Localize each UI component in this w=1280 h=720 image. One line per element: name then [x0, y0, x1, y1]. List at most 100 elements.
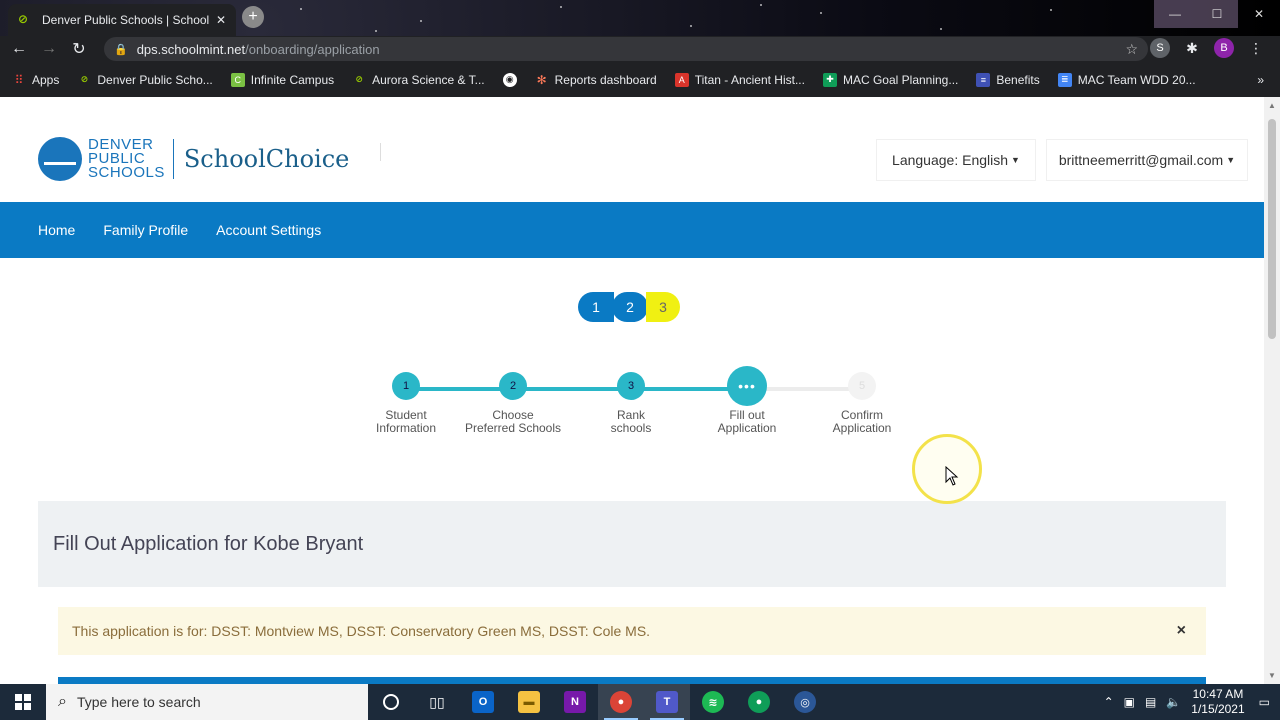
notifications-icon[interactable]: ▭	[1259, 695, 1270, 709]
nav-account-settings[interactable]: Account Settings	[216, 222, 321, 238]
mouse-pointer-icon	[945, 466, 959, 486]
bookmark-denver-public-schools[interactable]: ⊘ Denver Public Scho...	[77, 73, 213, 87]
onenote-icon[interactable]: N	[552, 684, 598, 720]
nav-home[interactable]: Home	[38, 222, 75, 238]
profile-avatar[interactable]: B	[1214, 38, 1234, 58]
user-account-dropdown[interactable]: brittneemerritt@gmail.com ▼	[1046, 139, 1248, 181]
logo-divider	[172, 139, 174, 179]
show-hidden-icons-icon[interactable]: ⌃	[1104, 695, 1114, 709]
bookmark-aurora-science[interactable]: ⊘ Aurora Science & T...	[352, 73, 484, 87]
dps-skyline-icon	[38, 137, 82, 181]
step-marker: 1	[392, 372, 420, 400]
pager-page-2[interactable]: 2	[612, 292, 648, 322]
page-title: Fill Out Application for Kobe Bryant	[53, 532, 364, 555]
step-marker-current: •••	[727, 366, 767, 406]
step-marker: 5	[848, 372, 876, 400]
language-selector[interactable]: Language: English ▼	[876, 139, 1036, 181]
pager-page-3[interactable]: 3	[646, 292, 680, 322]
windows-taskbar: ⌕ Type here to search ▯▯ O ▬ N ● T ≋ ● ◎…	[0, 684, 1280, 720]
application-pager: 1 2 3	[578, 292, 680, 322]
forward-icon[interactable]: →	[34, 40, 64, 58]
bookmark-apps[interactable]: ⠿ Apps	[12, 72, 60, 87]
window-controls: — ☐ ✕	[1154, 0, 1280, 28]
site-header: DENVER PUBLIC SCHOOLS SchoolChoice Langu…	[0, 97, 1264, 202]
lock-icon: 🔒	[114, 43, 128, 56]
browser-toolbar: ← → ↻ 🔒 dps.schoolmint.net /onboarding/a…	[0, 36, 1280, 62]
bookmark-mac-team-wdd[interactable]: ≣ MAC Team WDD 20...	[1057, 72, 1196, 87]
bookmark-reports-dashboard[interactable]: ✻ Reports dashboard	[535, 73, 657, 87]
clock-date: 1/15/2021	[1191, 702, 1245, 716]
bookmark-star-icon[interactable]: ☆	[1125, 41, 1138, 58]
url-host: dps.schoolmint.net	[136, 41, 246, 57]
schoolmint-icon: ⊘	[80, 74, 89, 84]
scroll-down-icon[interactable]: ▼	[1268, 671, 1276, 680]
reload-icon[interactable]: ↻	[64, 39, 94, 59]
bookmark-globe[interactable]: ◉	[502, 72, 517, 87]
alert-text: This application is for: DSST: Montview …	[72, 623, 651, 639]
search-icon: ⌕	[58, 693, 67, 710]
address-bar[interactable]: 🔒 dps.schoolmint.net /onboarding/applica…	[104, 37, 1148, 61]
tab-close-icon[interactable]: ✕	[216, 13, 226, 27]
task-view-icon[interactable]: ▯▯	[414, 684, 460, 720]
alert-close-icon[interactable]: ×	[1177, 622, 1186, 640]
browser-chrome: ⊘ Denver Public Schools | SchoolMint ✕ +…	[0, 0, 1280, 97]
page-content: DENVER PUBLIC SCHOOLS SchoolChoice Langu…	[0, 97, 1264, 684]
scroll-thumb[interactable]	[1268, 119, 1276, 339]
recorder-icon[interactable]: ◎	[782, 684, 828, 720]
volume-icon[interactable]: 🔈	[1166, 695, 1181, 709]
main-nav: Home Family Profile Account Settings	[0, 202, 1264, 258]
sheets-icon: ✚	[822, 72, 837, 87]
language-label: Language:	[892, 152, 959, 168]
teams-icon[interactable]: T	[644, 684, 690, 720]
spotify-icon[interactable]: ≋	[690, 684, 736, 720]
bookmark-titan[interactable]: A Titan - Ancient Hist...	[674, 72, 805, 87]
schoolmint-icon: ⊘	[355, 74, 363, 84]
minimize-icon[interactable]: —	[1154, 0, 1196, 28]
user-email: brittneemerritt@gmail.com	[1058, 152, 1224, 168]
cortana-icon[interactable]	[368, 684, 414, 720]
toolbar-actions: S ✱ B ⋮	[1150, 38, 1266, 58]
pager-page-1[interactable]: 1	[578, 292, 614, 322]
hubspot-icon: ✻	[536, 72, 547, 87]
network-icon[interactable]: ▤	[1145, 695, 1156, 709]
step-student-information: 1 Student Information	[348, 369, 464, 435]
windows-start-icon[interactable]	[0, 684, 46, 720]
bookmarks-bar: ⠿ Apps ⊘ Denver Public Scho... C Infinit…	[0, 62, 1280, 97]
close-window-icon[interactable]: ✕	[1238, 0, 1280, 28]
dps-schoolchoice-logo[interactable]: DENVER PUBLIC SCHOOLS SchoolChoice	[38, 137, 349, 181]
chrome-icon[interactable]: ●	[598, 684, 644, 720]
globe-icon: ◉	[502, 72, 517, 87]
extension-s-icon[interactable]: S	[1150, 38, 1170, 58]
file-explorer-icon[interactable]: ▬	[506, 684, 552, 720]
scroll-up-icon[interactable]: ▲	[1268, 101, 1276, 110]
taskbar-search-box[interactable]: ⌕ Type here to search	[46, 684, 368, 720]
apps-grid-icon: ⠿	[14, 72, 24, 87]
step-rank-schools: 3 Rank schools	[573, 369, 689, 435]
product-name: SchoolChoice	[183, 145, 350, 173]
infinite-campus-icon: C	[230, 72, 245, 87]
extensions-puzzle-icon[interactable]: ✱	[1182, 38, 1202, 58]
maximize-icon[interactable]: ☐	[1196, 0, 1238, 28]
bookmark-mac-goal-planning[interactable]: ✚ MAC Goal Planning...	[822, 72, 958, 87]
caret-down-icon: ▼	[1011, 155, 1020, 165]
chrome-alt-icon[interactable]: ●	[736, 684, 782, 720]
new-tab-button[interactable]: +	[242, 6, 264, 28]
logo-wordmark: DENVER PUBLIC SCHOOLS	[88, 136, 165, 181]
step-confirm-application: 5 Confirm Application	[804, 369, 920, 435]
section-header-bar	[58, 677, 1206, 684]
more-bookmarks-icon[interactable]: »	[1257, 73, 1264, 87]
page-scrollbar[interactable]: ▲ ▼	[1264, 97, 1280, 684]
outlook-icon[interactable]: O	[460, 684, 506, 720]
step-marker: 2	[499, 372, 527, 400]
meet-now-icon[interactable]: ▣	[1124, 695, 1135, 709]
system-tray: ⌃ ▣ ▤ 🔈 10:47 AM 1/15/2021 ▭	[1104, 684, 1280, 720]
menu-kebab-icon[interactable]: ⋮	[1246, 38, 1266, 58]
taskbar-clock[interactable]: 10:47 AM 1/15/2021	[1191, 687, 1244, 717]
language-value: English	[962, 152, 1009, 168]
back-icon[interactable]: ←	[4, 40, 34, 58]
nav-family-profile[interactable]: Family Profile	[103, 222, 188, 238]
bookmark-infinite-campus[interactable]: C Infinite Campus	[230, 72, 334, 87]
browser-tab[interactable]: ⊘ Denver Public Schools | SchoolMint ✕	[8, 4, 236, 36]
docs-icon: ≣	[1057, 72, 1072, 87]
bookmark-benefits[interactable]: ≡ Benefits	[976, 72, 1040, 87]
